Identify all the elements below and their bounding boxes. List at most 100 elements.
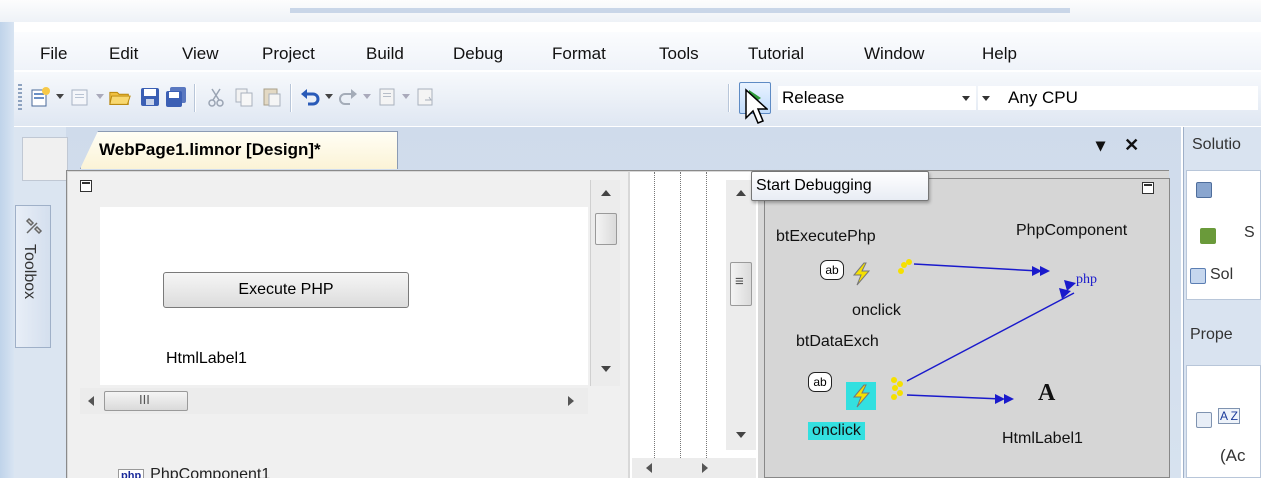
- copy-button[interactable]: [232, 84, 256, 110]
- undo-button[interactable]: [298, 84, 322, 110]
- event-map-vertical-scrollbar[interactable]: ≡: [726, 180, 756, 450]
- menu-tools[interactable]: Tools: [659, 44, 699, 64]
- close-icon[interactable]: ✕: [1124, 135, 1139, 155]
- navigate-forward-icon: [417, 88, 433, 106]
- open-folder-icon: [109, 91, 131, 105]
- tab-title: WebPage1.limnor [Design]*: [99, 140, 321, 159]
- undo-icon: [301, 89, 320, 106]
- menu-file[interactable]: File: [40, 44, 67, 64]
- configuration-value: Release: [782, 88, 845, 107]
- scroll-left-icon[interactable]: [88, 396, 94, 406]
- navigate-dropdown-icon[interactable]: [402, 94, 410, 99]
- solution-item-label: Sol: [1210, 266, 1234, 283]
- scroll-up-icon[interactable]: [601, 190, 611, 196]
- toolbar-separator: [290, 84, 291, 112]
- toolbox-tab[interactable]: Toolbox: [15, 205, 51, 348]
- form-system-menu-icon[interactable]: [80, 180, 92, 192]
- menu-tutorial[interactable]: Tutorial: [748, 44, 804, 64]
- scroll-thumb[interactable]: [595, 213, 617, 245]
- navigate-forward-button[interactable]: [414, 84, 438, 110]
- html-label1-node-label: HtmlLabel1: [1002, 430, 1083, 447]
- html-label-control[interactable]: HtmlLabel1: [166, 350, 247, 368]
- title-band: [0, 0, 1261, 22]
- categorized-icon[interactable]: [1196, 412, 1212, 428]
- execute-php-button[interactable]: Execute PHP: [163, 272, 409, 308]
- guide-line: [680, 172, 681, 478]
- scroll-left-icon[interactable]: [646, 463, 652, 473]
- save-all-icon: [166, 87, 186, 107]
- scroll-up-icon[interactable]: [736, 190, 746, 196]
- mouse-cursor-icon: [745, 88, 768, 124]
- project-icon[interactable]: [1200, 228, 1216, 244]
- cut-button[interactable]: [204, 84, 228, 110]
- navigate-backward-button[interactable]: [376, 84, 400, 110]
- redo-button[interactable]: [336, 84, 360, 110]
- form-horizontal-scrollbar[interactable]: III: [80, 388, 588, 414]
- window-frame: [0, 22, 14, 478]
- menu-edit[interactable]: Edit: [109, 44, 138, 64]
- copy-icon: [235, 88, 253, 107]
- property-row[interactable]: (Ac: [1220, 446, 1246, 466]
- document-controls: ▾ ✕: [1096, 135, 1139, 156]
- thumb-grip: III: [139, 392, 150, 407]
- thumb-grip: ≡: [735, 273, 744, 290]
- solution-item-label: S: [1244, 224, 1255, 241]
- menu-debug[interactable]: Debug: [453, 44, 503, 64]
- toolbox-label: Toolbox: [21, 244, 38, 300]
- menu-build[interactable]: Build: [366, 44, 404, 64]
- chevron-down-icon[interactable]: [962, 96, 970, 101]
- toolbox-icon: [25, 217, 43, 235]
- form-vertical-scrollbar[interactable]: [590, 180, 620, 386]
- component-name: PhpComponent1: [150, 466, 271, 478]
- ide-window: File Edit View Project Build Debug Forma…: [0, 0, 1261, 478]
- scroll-down-icon[interactable]: [601, 366, 611, 372]
- cut-icon: [208, 88, 224, 107]
- add-item-dropdown-icon[interactable]: [96, 94, 104, 99]
- menu-window[interactable]: Window: [864, 44, 924, 64]
- add-item-icon: [71, 89, 88, 106]
- active-files-dropdown-icon[interactable]: ▾: [1096, 135, 1105, 155]
- save-button[interactable]: [138, 84, 162, 110]
- label-node-icon: A: [1038, 380, 1056, 406]
- guide-line: [654, 172, 655, 478]
- chevron-down-icon[interactable]: [982, 96, 990, 101]
- scroll-thumb[interactable]: ≡: [730, 262, 752, 306]
- scroll-thumb[interactable]: III: [104, 391, 188, 411]
- toolbar-separator: [728, 84, 729, 112]
- guide-line: [706, 172, 707, 478]
- new-project-button[interactable]: [28, 84, 52, 110]
- scroll-right-icon[interactable]: [702, 463, 708, 473]
- scroll-down-icon[interactable]: [736, 432, 746, 438]
- menu-view[interactable]: View: [182, 44, 219, 64]
- redo-dropdown-icon[interactable]: [363, 94, 371, 99]
- undo-dropdown-icon[interactable]: [325, 94, 333, 99]
- save-icon: [141, 88, 159, 106]
- start-debugging-tooltip: Start Debugging: [751, 171, 929, 201]
- menu-help[interactable]: Help: [982, 44, 1017, 64]
- solution-platform-combo[interactable]: Any CPU: [978, 86, 1258, 110]
- save-all-button[interactable]: [164, 84, 188, 110]
- menu-project[interactable]: Project: [262, 44, 315, 64]
- navigate-icon: [379, 88, 395, 106]
- paste-button[interactable]: [260, 84, 284, 110]
- event-map-horizontal-scrollbar[interactable]: [632, 458, 756, 478]
- solution-explorer-title[interactable]: Solutio: [1192, 136, 1241, 154]
- solution-icon[interactable]: [1190, 268, 1206, 284]
- redo-icon: [339, 89, 357, 105]
- open-file-button[interactable]: [108, 84, 132, 110]
- new-project-dropdown-icon[interactable]: [56, 94, 64, 99]
- alphabetical-icon[interactable]: A Z: [1218, 408, 1241, 424]
- new-project-icon: [31, 87, 50, 107]
- menu-format[interactable]: Format: [552, 44, 606, 64]
- properties-title[interactable]: Prope: [1190, 326, 1233, 344]
- toolbar-grip[interactable]: [18, 84, 22, 112]
- add-item-button[interactable]: [68, 84, 92, 110]
- component-tray-item[interactable]: php PhpComponent1: [118, 466, 270, 478]
- solution-configuration-combo[interactable]: Release: [778, 86, 976, 110]
- php-node-label: php: [1076, 272, 1097, 287]
- platform-value: Any CPU: [1008, 88, 1078, 107]
- tab-webpage1-design[interactable]: WebPage1.limnor [Design]*: [80, 131, 398, 169]
- php-badge-icon: php: [118, 469, 145, 478]
- properties-toolbar-icon[interactable]: [1196, 182, 1212, 198]
- scroll-right-icon[interactable]: [568, 396, 574, 406]
